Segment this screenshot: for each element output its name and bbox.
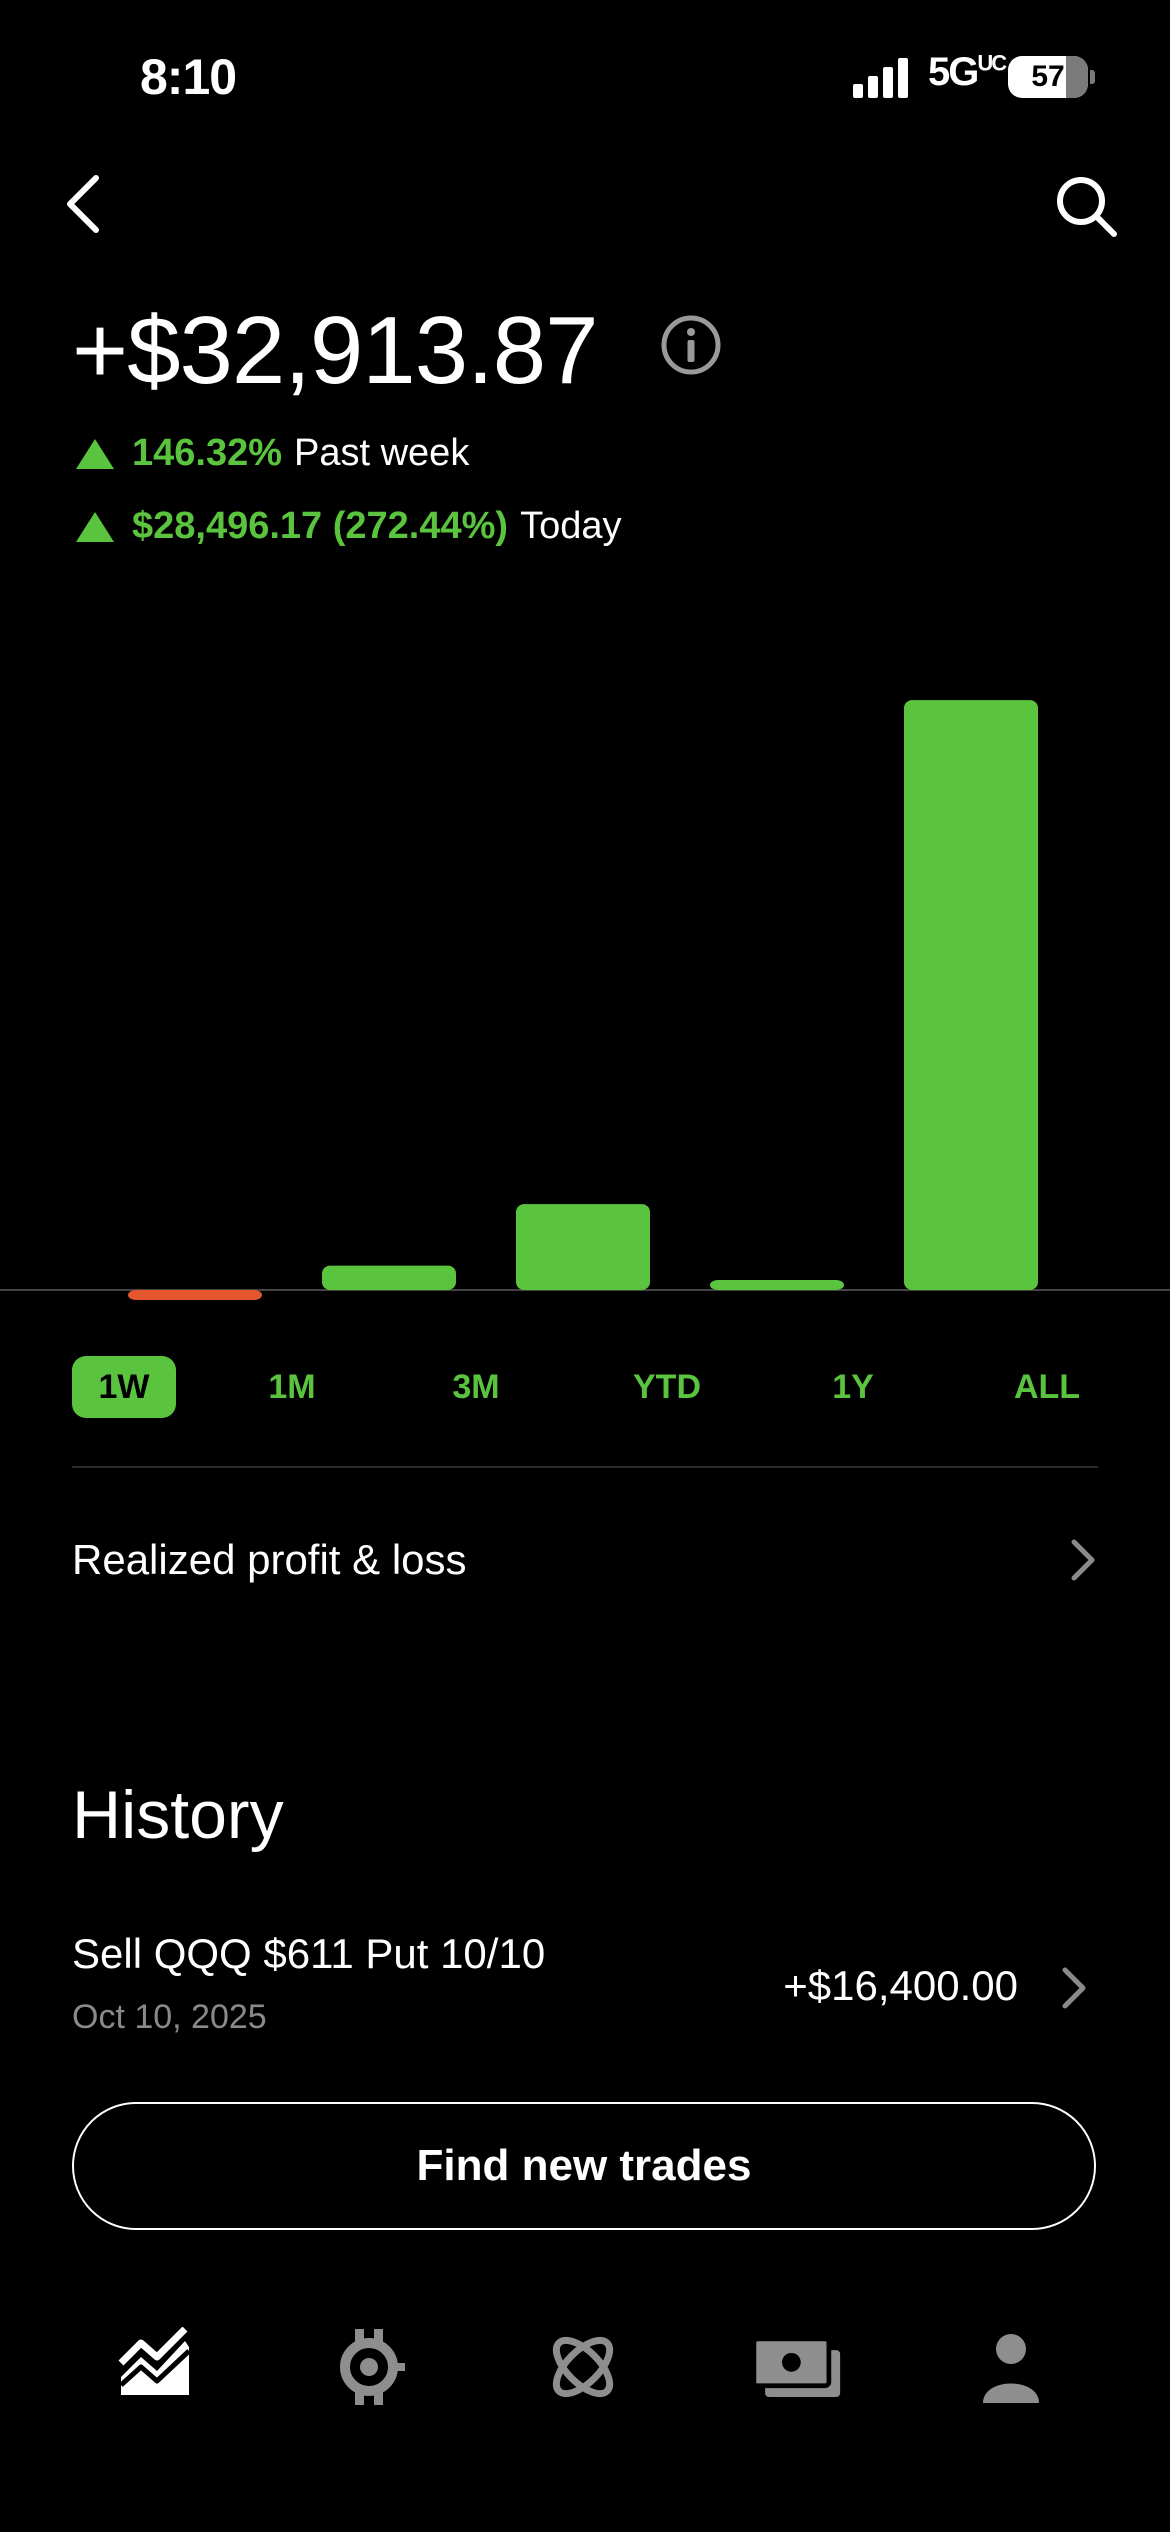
search-button[interactable] <box>1050 170 1122 242</box>
divider <box>72 1466 1098 1468</box>
battery-tip <box>1090 70 1095 84</box>
chevron-left-icon <box>67 175 99 233</box>
week-change-label: Past week <box>294 432 470 474</box>
back-button[interactable] <box>52 168 116 240</box>
battery-indicator: 57 <box>1008 56 1088 98</box>
tab-account[interactable] <box>966 2322 1056 2412</box>
history-item-title: Sell QQQ $611 Put 10/10 <box>72 1930 546 1977</box>
profit-bar-chart <box>0 700 1170 1300</box>
today-change-label: Today <box>520 505 622 547</box>
chart-bar[interactable] <box>322 1265 456 1290</box>
cash-icon <box>752 2336 841 2397</box>
chart-bar[interactable] <box>710 1280 844 1290</box>
week-change-row: 146.32% Past week <box>76 432 469 475</box>
chevron-right-icon <box>1071 1539 1095 1581</box>
week-change-value: 146.32% <box>132 432 283 474</box>
total-profit-value: +$32,913.87 <box>72 297 599 404</box>
tab-chart[interactable] <box>110 2322 200 2412</box>
chart-bar[interactable] <box>128 1290 262 1300</box>
info-button[interactable] <box>660 314 722 376</box>
search-icon <box>1057 177 1117 237</box>
find-new-trades-button[interactable]: Find new trades <box>72 2102 1096 2230</box>
range-ytd[interactable]: YTD <box>612 1356 722 1418</box>
range-3m[interactable]: 3M <box>424 1356 528 1418</box>
chart-icon <box>118 2327 191 2395</box>
range-all[interactable]: ALL <box>992 1356 1102 1418</box>
history-item-amount: +$16,400.00 <box>783 1962 1018 2009</box>
up-triangle-icon <box>76 438 114 469</box>
chevron-right-icon <box>1062 1967 1086 2009</box>
today-change-value: $28,496.17 (272.44%) <box>132 505 509 547</box>
range-1w[interactable]: 1W <box>72 1356 176 1418</box>
realized-pl-label: Realized profit & loss <box>72 1536 467 1583</box>
today-change-row: $28,496.17 (272.44%) Today <box>76 505 621 548</box>
status-time: 8:10 <box>140 49 237 105</box>
tab-cash[interactable] <box>752 2322 842 2412</box>
range-1m[interactable]: 1M <box>242 1356 342 1418</box>
network-indicator: 5GUC <box>928 50 1007 94</box>
crypto-icon <box>552 2336 614 2398</box>
time-range-selector: 1W 1M 3M YTD 1Y ALL <box>72 1356 1102 1420</box>
up-triangle-icon <box>76 511 114 542</box>
tab-options[interactable] <box>324 2322 414 2412</box>
realized-pl-row[interactable]: Realized profit & loss <box>72 1520 1098 1600</box>
options-icon <box>340 2329 405 2405</box>
info-icon <box>661 315 721 375</box>
account-icon <box>983 2334 1039 2403</box>
range-1y[interactable]: 1Y <box>808 1356 898 1418</box>
signal-icon <box>853 58 908 98</box>
history-title: History <box>72 1777 284 1853</box>
chart-bar[interactable] <box>904 700 1038 1290</box>
tab-crypto[interactable] <box>538 2322 628 2412</box>
history-item-date: Oct 10, 2025 <box>72 1998 267 2036</box>
chart-bar[interactable] <box>516 1204 650 1290</box>
history-item[interactable]: Sell QQQ $611 Put 10/10 Oct 10, 2025 +$1… <box>72 1920 1098 2050</box>
